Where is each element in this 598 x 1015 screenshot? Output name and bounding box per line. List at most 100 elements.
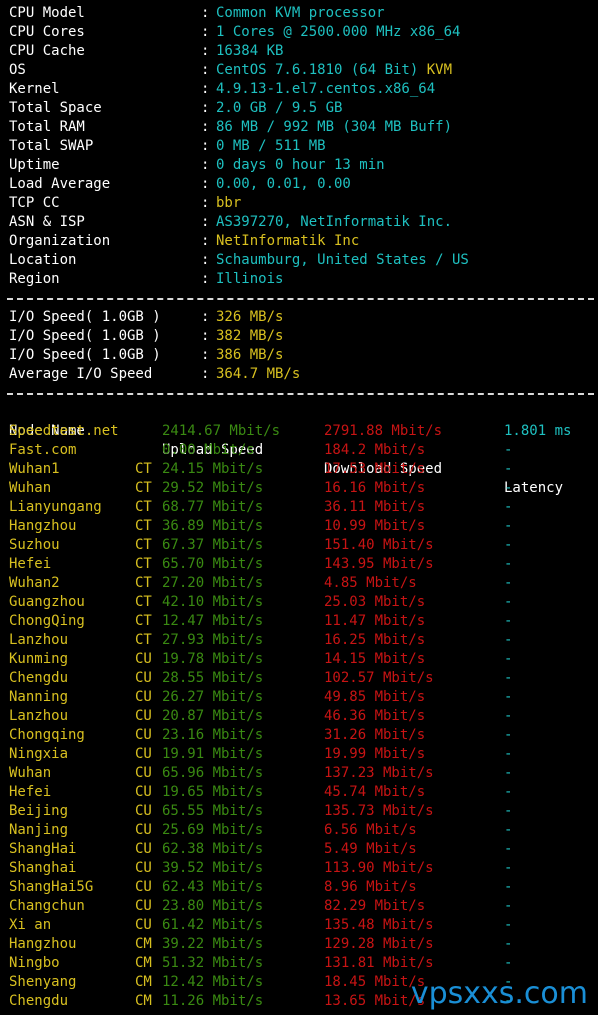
system-info-row: Total Space:2.0 GB / 9.5 GB (9, 99, 594, 118)
info-value: 0.00, 0.01, 0.00 (216, 175, 351, 194)
upload-speed: 12.42 Mbit/s (162, 974, 264, 990)
upload-speed: 23.16 Mbit/s (162, 727, 264, 743)
download-speed: 49.85 Mbit/s (324, 689, 426, 705)
latency: - (504, 689, 513, 705)
node-name: Lanzhou (9, 708, 69, 724)
download-speed: 113.90 Mbit/s (324, 860, 434, 876)
info-label: Total SWAP (9, 138, 94, 154)
table-row: Xi an CU 61.42 Mbit/s 135.48 Mbit/s - (9, 916, 594, 935)
system-info-row: CPU Model: Common KVM processor (9, 4, 594, 23)
latency: - (504, 480, 513, 496)
download-speed: 6.56 Mbit/s (324, 822, 417, 838)
info-value: 4.9.13-1.el7.centos.x86_64 (216, 80, 435, 99)
info-value-suffix: KVM (426, 62, 453, 78)
info-value-text: NetInformatik Inc (216, 233, 360, 249)
system-info-row: Kernel:4.9.13-1.el7.centos.x86_64 (9, 80, 594, 99)
latency: - (504, 822, 513, 838)
info-value-text: 0.00, 0.01, 0.00 (216, 176, 351, 192)
isp-code: CU (135, 879, 152, 895)
io-value: 326 MB/s (216, 309, 284, 325)
info-separator: : (201, 43, 210, 59)
info-separator: : (201, 100, 210, 116)
isp-code: CU (135, 822, 152, 838)
isp-code: CU (135, 651, 152, 667)
system-info-row: Total RAM:86 MB / 992 MB (304 MB Buff) (9, 118, 594, 137)
info-label: Kernel (9, 81, 60, 97)
download-speed: 16.16 Mbit/s (324, 480, 426, 496)
info-separator: : (201, 176, 210, 192)
node-name: Wuhan1 (9, 461, 60, 477)
upload-speed: 29.52 Mbit/s (162, 480, 264, 496)
table-row: ShangHai CU 62.38 Mbit/s 5.49 Mbit/s - (9, 840, 594, 859)
info-label: Region (9, 271, 60, 287)
download-speed: 36.11 Mbit/s (324, 499, 426, 515)
isp-code: CT (135, 594, 152, 610)
io-separator: : (201, 328, 210, 344)
latency: - (504, 518, 513, 534)
download-speed: 129.28 Mbit/s (324, 936, 434, 952)
node-name: Wuhan2 (9, 575, 60, 591)
latency: - (504, 746, 513, 762)
latency: - (504, 879, 513, 895)
upload-speed: 62.43 Mbit/s (162, 879, 264, 895)
table-row: Fast.com 0.00 Mbit/s 184.2 Mbit/s - (9, 441, 594, 460)
table-row: Lanzhou CT 27.93 Mbit/s 16.25 Mbit/s - (9, 631, 594, 650)
info-separator: : (201, 252, 210, 268)
isp-code: CU (135, 689, 152, 705)
info-value-text: Schaumburg, United States / US (216, 252, 469, 268)
upload-speed: 20.87 Mbit/s (162, 708, 264, 724)
download-speed: 25.03 Mbit/s (324, 594, 426, 610)
upload-speed: 26.27 Mbit/s (162, 689, 264, 705)
node-name: Chengdu (9, 670, 69, 686)
table-row: Suzhou CT 67.37 Mbit/s 151.40 Mbit/s - (9, 536, 594, 555)
node-name: Hefei (9, 784, 52, 800)
info-value: 0 MB / 511 MB (216, 137, 326, 156)
isp-code: CU (135, 670, 152, 686)
terminal-output: CPU Model: Common KVM processor CPU Cores:… (7, 4, 594, 1011)
latency: - (504, 860, 513, 876)
upload-speed: 61.42 Mbit/s (162, 917, 264, 933)
info-value-text: AS397270, NetInformatik Inc. (216, 214, 453, 230)
download-speed: 19.99 Mbit/s (324, 746, 426, 762)
watermark-text: vpsxxs.com (410, 976, 588, 1011)
system-info-row: OS: CentOS 7.6.1810 (64 Bit) KVM (9, 61, 594, 80)
io-speed-row: I/O Speed( 1.0GB ):386 MB/s (9, 346, 594, 365)
download-speed: 131.81 Mbit/s (324, 955, 434, 971)
info-value-text: 1 Cores @ 2500.000 MHz x86_64 (216, 24, 461, 40)
system-info-section: CPU Model: Common KVM processor CPU Cores:… (9, 4, 594, 289)
node-name: Chengdu (9, 993, 69, 1009)
latency: - (504, 651, 513, 667)
isp-code: CT (135, 499, 152, 515)
node-name: Hangzhou (9, 936, 77, 952)
latency: - (504, 670, 513, 686)
latency: - (504, 841, 513, 857)
table-row: Hefei CT 65.70 Mbit/s 143.95 Mbit/s - (9, 555, 594, 574)
upload-speed: 23.80 Mbit/s (162, 898, 264, 914)
upload-speed: 12.47 Mbit/s (162, 613, 264, 629)
info-value-text: 4.9.13-1.el7.centos.x86_64 (216, 81, 436, 97)
download-speed: 8.96 Mbit/s (324, 879, 417, 895)
download-speed: 16.25 Mbit/s (324, 632, 426, 648)
upload-speed: 27.20 Mbit/s (162, 575, 264, 591)
info-label: Total Space (9, 100, 102, 116)
io-separator: : (201, 309, 210, 325)
upload-speed: 42.10 Mbit/s (162, 594, 264, 610)
speed-table-header: Node Name Upload Speed Download Speed La… (9, 403, 594, 496)
info-separator: : (201, 157, 210, 173)
io-speed-row: I/O Speed( 1.0GB ):382 MB/s (9, 327, 594, 346)
isp-code: CT (135, 537, 152, 553)
table-row: Ningbo CM 51.32 Mbit/s 131.81 Mbit/s - (9, 954, 594, 973)
info-label: CPU Cache (9, 43, 85, 59)
info-separator: : (201, 214, 210, 230)
download-speed: 143.95 Mbit/s (324, 556, 434, 572)
system-info-row: CPU Cache:16384 KB (9, 42, 594, 61)
table-row: Lanzhou CU 20.87 Mbit/s 46.36 Mbit/s - (9, 707, 594, 726)
table-row: Hangzhou CM 39.22 Mbit/s 129.28 Mbit/s - (9, 935, 594, 954)
node-name: Wuhan (9, 765, 52, 781)
node-name: Ningbo (9, 955, 60, 971)
latency: - (504, 936, 513, 952)
info-value: 2.0 GB / 9.5 GB (216, 99, 342, 118)
node-name: ShangHai5G (9, 879, 94, 895)
upload-speed: 25.69 Mbit/s (162, 822, 264, 838)
node-name: Kunming (9, 651, 69, 667)
